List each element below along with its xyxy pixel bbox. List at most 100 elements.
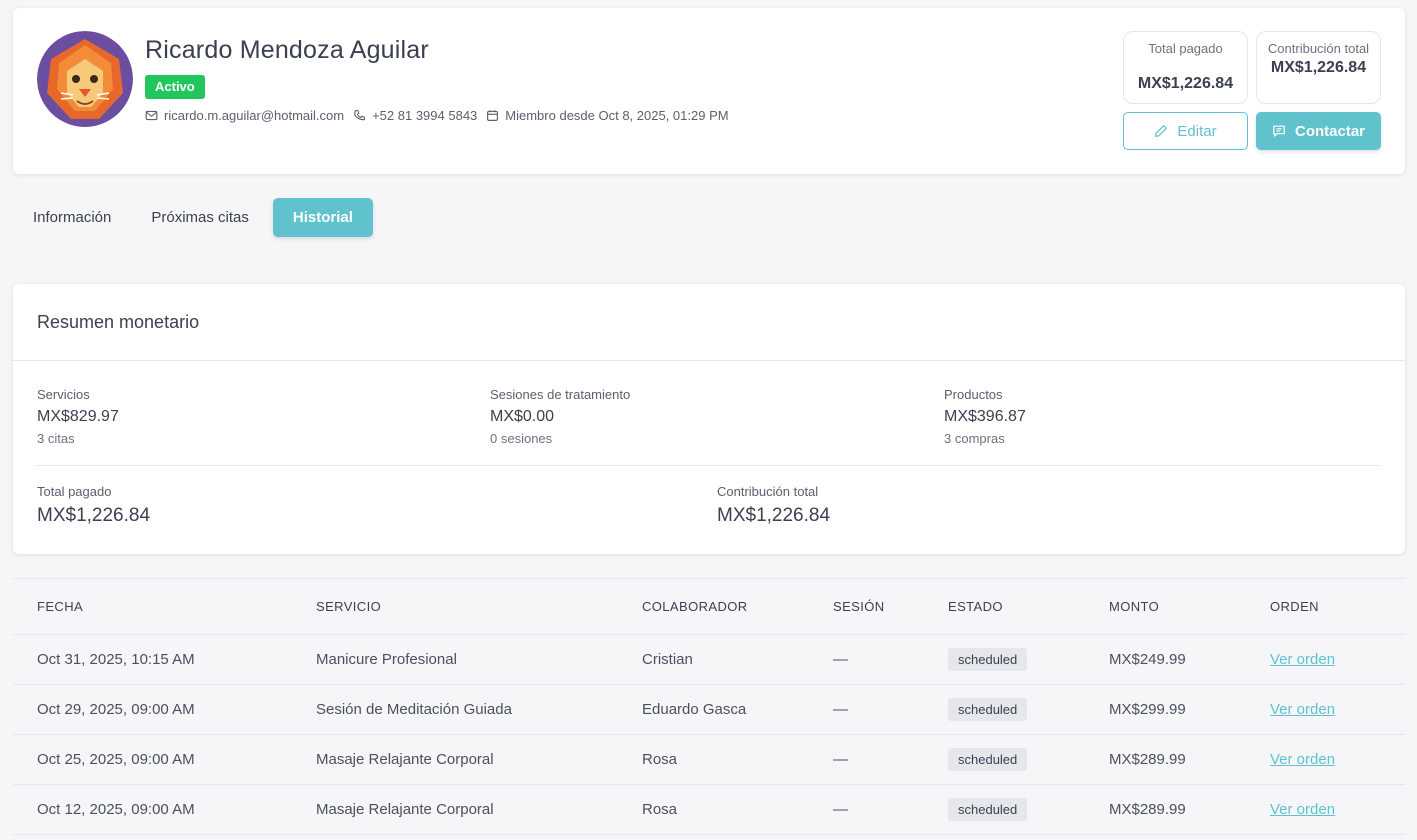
total-contribution: Contribución total MX$1,226.84: [717, 484, 830, 527]
message-icon: [1273, 125, 1285, 138]
avatar: [37, 31, 133, 127]
tab-proximas-citas[interactable]: Próximas citas: [131, 198, 269, 237]
cell-fecha: Oct 25, 2025, 09:00 AM: [13, 734, 292, 785]
cell-sesion: —: [809, 734, 924, 785]
view-order-link[interactable]: Ver orden: [1270, 651, 1335, 668]
summary-title: Resumen monetario: [37, 312, 200, 332]
cell-colaborador: Eduardo Gasca: [618, 684, 809, 735]
mail-icon: [145, 110, 158, 121]
table-header-row: FECHA SERVICIO COLABORADOR SESIÓN ESTADO…: [13, 578, 1405, 635]
status-chip: scheduled: [948, 798, 1028, 821]
stat-value: MX$1,226.84: [1137, 75, 1234, 92]
contact-button-label: Contactar: [1294, 122, 1365, 140]
status-chip: scheduled: [948, 748, 1028, 771]
table-row: Oct 12, 2025, 09:00 AM Masaje Relajante …: [13, 784, 1405, 835]
table-row: Oct 29, 2025, 09:00 AM Sesión de Meditac…: [13, 684, 1405, 735]
cell-monto: MX$299.99: [1085, 684, 1246, 735]
cell-monto: MX$289.99: [1085, 784, 1246, 835]
tab-bar: Información Próximas citas Historial: [13, 198, 373, 237]
metric-sub: 0 sesiones: [490, 431, 553, 446]
cell-orden: Ver orden: [1246, 634, 1405, 685]
email-text: ricardo.m.aguilar@hotmail.com: [164, 108, 345, 123]
edit-button[interactable]: Editar: [1123, 112, 1248, 150]
col-sesion[interactable]: SESIÓN: [809, 579, 924, 635]
member-since-item: Miembro desde Oct 8, 2025, 01:29 PM: [486, 108, 729, 123]
cell-servicio: Sesión de Meditación Guiada: [292, 684, 618, 735]
edit-button-label: Editar: [1177, 122, 1217, 140]
cell-colaborador: Rosa: [618, 784, 809, 835]
cell-sesion: —: [809, 634, 924, 685]
total-label: Contribución total: [717, 484, 819, 499]
phone-icon: [354, 110, 365, 121]
member-since-text: Miembro desde Oct 8, 2025, 01:29 PM: [505, 108, 729, 123]
contact-button[interactable]: Contactar: [1256, 112, 1381, 150]
total-label: Total pagado: [37, 484, 112, 499]
monetary-summary-card: Resumen monetario Servicios MX$829.97 3 …: [13, 284, 1405, 554]
divider: [37, 465, 1381, 466]
cell-fecha: Oct 31, 2025, 10:15 AM: [13, 634, 292, 685]
view-order-link[interactable]: Ver orden: [1270, 801, 1335, 818]
cell-sesion: —: [809, 784, 924, 835]
cell-fecha: Oct 29, 2025, 09:00 AM: [13, 684, 292, 735]
cell-sesion: —: [809, 684, 924, 735]
stat-total-contribution: Contribución total MX$1,226.84: [1256, 31, 1381, 104]
tab-informacion[interactable]: Información: [13, 198, 131, 237]
total-value: MX$1,226.84: [37, 505, 151, 526]
cell-orden: Ver orden: [1246, 734, 1405, 785]
total-paid: Total pagado MX$1,226.84: [37, 484, 150, 527]
col-estado[interactable]: ESTADO: [924, 579, 1085, 635]
col-monto[interactable]: MONTO: [1085, 579, 1246, 635]
cell-servicio: Manicure Profesional: [292, 634, 618, 685]
metric-label: Productos: [944, 387, 1003, 402]
metric-label: Sesiones de tratamiento: [490, 387, 631, 402]
cell-servicio: Masaje Relajante Corporal: [292, 784, 618, 835]
pencil-icon: [1155, 124, 1168, 137]
cell-colaborador: Rosa: [618, 734, 809, 785]
status-chip: scheduled: [948, 698, 1028, 721]
cell-monto: MX$249.99: [1085, 634, 1246, 685]
cell-monto: MX$289.99: [1085, 734, 1246, 785]
contact-info: ricardo.m.aguilar@hotmail.com +52 81 399…: [145, 108, 738, 123]
cell-colaborador: Cristian: [618, 634, 809, 685]
metric-productos: Productos MX$396.87 3 compras: [944, 387, 1026, 446]
table-row: Oct 25, 2025, 09:00 AM Masaje Relajante …: [13, 734, 1405, 785]
view-order-link[interactable]: Ver orden: [1270, 751, 1335, 768]
profile-name: Ricardo Mendoza Aguilar: [145, 36, 429, 64]
cell-orden: Ver orden: [1246, 784, 1405, 835]
total-value: MX$1,226.84: [717, 505, 831, 526]
metric-sesiones: Sesiones de tratamiento MX$0.00 0 sesion…: [490, 387, 630, 446]
profile-card: Ricardo Mendoza Aguilar Activo ricardo.m…: [13, 8, 1405, 174]
col-orden[interactable]: ORDEN: [1246, 579, 1405, 635]
metric-value: MX$829.97: [37, 408, 119, 425]
metric-value: MX$396.87: [944, 408, 1026, 425]
cell-estado: scheduled: [924, 734, 1085, 785]
table-row: Oct 31, 2025, 10:15 AM Manicure Profesio…: [13, 634, 1405, 685]
metric-label: Servicios: [37, 387, 90, 402]
tab-historial[interactable]: Historial: [272, 198, 373, 237]
metric-sub: 3 compras: [944, 431, 1005, 446]
cell-estado: scheduled: [924, 684, 1085, 735]
stat-total-paid: Total pagado MX$1,226.84: [1123, 31, 1248, 104]
phone-item: +52 81 3994 5843: [353, 108, 477, 123]
col-fecha[interactable]: FECHA: [13, 579, 292, 635]
cell-fecha: Oct 12, 2025, 09:00 AM: [13, 784, 292, 835]
lion-avatar-icon: [37, 31, 133, 127]
view-order-link[interactable]: Ver orden: [1270, 701, 1335, 718]
metric-value: MX$0.00: [490, 408, 555, 425]
col-servicio[interactable]: SERVICIO: [292, 579, 618, 635]
cell-estado: scheduled: [924, 634, 1085, 685]
email-item: ricardo.m.aguilar@hotmail.com: [145, 108, 344, 123]
stat-label: Contribución total: [1267, 41, 1370, 56]
calendar-icon: [487, 110, 499, 121]
cell-servicio: Masaje Relajante Corporal: [292, 734, 618, 785]
metric-sub: 3 citas: [37, 431, 75, 446]
stat-label: Total pagado: [1148, 41, 1223, 56]
history-table: FECHA SERVICIO COLABORADOR SESIÓN ESTADO…: [13, 578, 1405, 835]
col-colaborador[interactable]: COLABORADOR: [618, 579, 809, 635]
cell-estado: scheduled: [924, 784, 1085, 835]
phone-text: +52 81 3994 5843: [372, 108, 478, 123]
cell-orden: Ver orden: [1246, 684, 1405, 735]
stat-value: MX$1,226.84: [1270, 59, 1367, 76]
divider: [13, 360, 1405, 361]
status-badge: Activo: [145, 75, 205, 99]
